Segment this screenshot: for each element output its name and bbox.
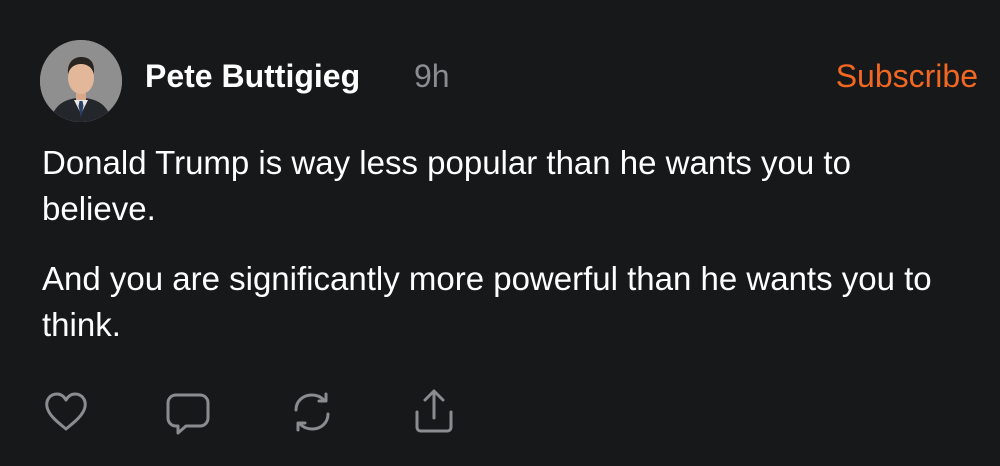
repost-button[interactable] [286,386,338,438]
post-card: Pete Buttigieg 9h Subscribe Donald Trump… [0,0,1000,466]
avatar-portrait-icon [40,40,122,122]
share-upload-icon [415,389,453,433]
repost-icon [294,392,330,432]
post-body: Donald Trump is way less popular than he… [42,140,972,372]
post-paragraph: And you are significantly more powerful … [42,260,932,343]
like-button[interactable] [40,386,92,438]
subscribe-button[interactable]: Subscribe [836,56,978,96]
author-name[interactable]: Pete Buttigieg [145,56,360,96]
avatar[interactable] [40,40,122,122]
heart-icon [45,392,87,431]
post-paragraph: Donald Trump is way less popular than he… [42,144,851,227]
reply-button[interactable] [162,386,214,438]
comment-bubble-icon [166,393,210,435]
post-timestamp: 9h [414,58,450,94]
share-button[interactable] [408,386,460,438]
